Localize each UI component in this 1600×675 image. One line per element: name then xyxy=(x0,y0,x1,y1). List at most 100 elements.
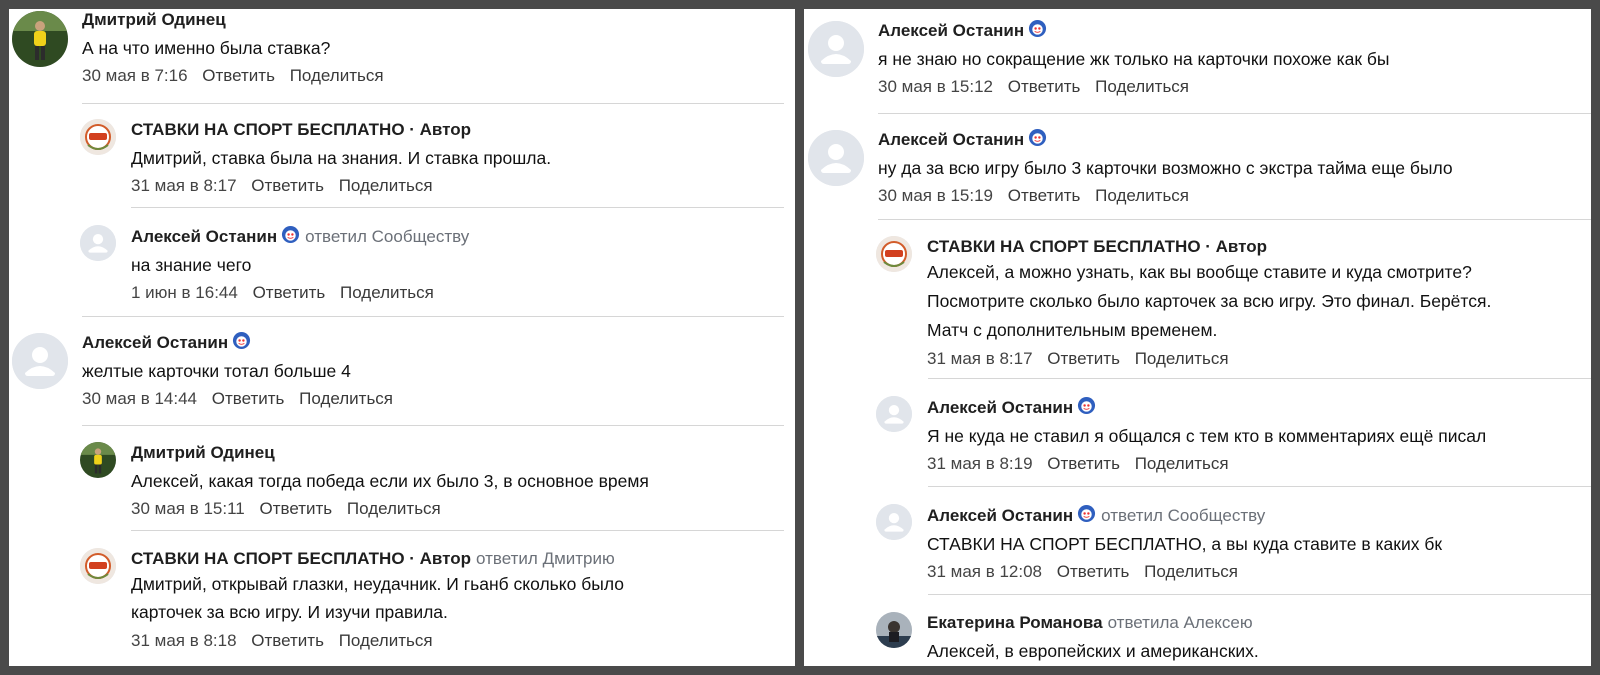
comment-text: Дмитрий, ставка была на знания. И ставка… xyxy=(131,148,552,168)
badge-icon xyxy=(232,331,251,350)
avatar[interactable] xyxy=(80,225,116,261)
divider xyxy=(131,207,784,208)
comment-author[interactable]: Алексей Останин xyxy=(82,333,228,352)
reply-button[interactable]: Ответить xyxy=(1057,562,1130,581)
share-button[interactable]: Поделиться xyxy=(299,389,393,408)
reply-button[interactable]: Ответить xyxy=(259,499,332,518)
badge-icon xyxy=(281,225,300,244)
comment-date[interactable]: 31 мая в 8:17 xyxy=(131,176,237,195)
comment-body: Екатерина Романова ответила Алексею Алекс… xyxy=(927,612,1591,666)
divider xyxy=(82,316,784,317)
comment-text-line-2: Посмотрите сколько было карточек за всю … xyxy=(927,291,1492,311)
share-button[interactable]: Поделиться xyxy=(347,499,441,518)
comment-text: ну да за всю игру было 3 карточки возмож… xyxy=(878,158,1453,178)
comment-body: Алексей Останин я не знаю но сокращение … xyxy=(878,19,1591,98)
community-avatar[interactable] xyxy=(80,548,116,584)
comment-author[interactable]: Алексей Останин xyxy=(131,227,277,246)
comment-author[interactable]: Дмитрий Одинец xyxy=(131,443,275,462)
comment-author[interactable]: Екатерина Романова xyxy=(927,613,1103,632)
divider xyxy=(878,219,1591,220)
avatar[interactable] xyxy=(808,21,864,77)
comment: СТАВКИ НА СПОРТ БЕСПЛАТНО · Автор ответил… xyxy=(80,548,784,666)
comment-author[interactable]: Алексей Останин xyxy=(878,130,1024,149)
comment-author[interactable]: Алексей Останин xyxy=(927,506,1073,525)
reply-button[interactable]: Ответить xyxy=(202,66,275,85)
comment: Алексей Останин Я не куда не ставил я об… xyxy=(876,396,1591,486)
comment: Дмитрий Одинец А на что именно была став… xyxy=(12,9,784,104)
reply-button[interactable]: Ответить xyxy=(1047,349,1120,368)
reply-button[interactable]: Ответить xyxy=(1047,454,1120,473)
avatar[interactable] xyxy=(808,130,864,186)
comment-author[interactable]: СТАВКИ НА СПОРТ БЕСПЛАТНО · Автор xyxy=(927,237,1267,256)
comment: Дмитрий Одинец Алексей, какая тогда побе… xyxy=(80,442,784,532)
comment-text: СТАВКИ НА СПОРТ БЕСПЛАТНО, а вы куда ста… xyxy=(927,534,1443,554)
avatar[interactable] xyxy=(12,11,68,67)
share-button[interactable]: Поделиться xyxy=(290,66,384,85)
comment-body: СТАВКИ НА СПОРТ БЕСПЛАТНО · Автор Алексе… xyxy=(927,236,1591,370)
reply-button[interactable]: Ответить xyxy=(253,283,326,302)
comment-date[interactable]: 31 мая в 8:17 xyxy=(927,349,1033,368)
comment: Алексей Останин ответил Сообществу СТАВКИ… xyxy=(876,504,1591,594)
reply-target[interactable]: ответил Сообществу xyxy=(305,227,469,246)
comment: Алексей Останин желтые карточки тотал бо… xyxy=(12,331,784,427)
avatar[interactable] xyxy=(876,504,912,540)
comment-text: на знание чего xyxy=(131,255,252,275)
comment-text-line-1: Алексей, а можно узнать, как вы вообще с… xyxy=(927,262,1472,282)
comment-date[interactable]: 1 июн в 16:44 xyxy=(131,283,238,302)
comment-author[interactable]: СТАВКИ НА СПОРТ БЕСПЛАТНО · Автор xyxy=(131,549,471,568)
comment-date[interactable]: 30 мая в 15:19 xyxy=(878,186,993,205)
comment-date[interactable]: 30 мая в 15:11 xyxy=(131,499,245,518)
comment-author[interactable]: СТАВКИ НА СПОРТ БЕСПЛАТНО · Автор xyxy=(131,120,471,139)
comment-author[interactable]: Алексей Останин xyxy=(878,21,1024,40)
share-button[interactable]: Поделиться xyxy=(1144,562,1238,581)
avatar[interactable] xyxy=(876,396,912,432)
share-button[interactable]: Поделиться xyxy=(1135,349,1229,368)
share-button[interactable]: Поделиться xyxy=(1095,77,1189,96)
comment-body: Алексей Останин желтые карточки тотал бо… xyxy=(82,331,784,410)
comment-date[interactable]: 31 мая в 12:08 xyxy=(927,562,1042,581)
comment-date[interactable]: 30 мая в 7:16 xyxy=(82,66,188,85)
community-avatar[interactable] xyxy=(876,236,912,272)
comment-body: Алексей Останин ответил Сообществу на зна… xyxy=(131,225,784,304)
comment-date[interactable]: 30 мая в 14:44 xyxy=(82,389,197,408)
divider xyxy=(928,594,1591,595)
share-button[interactable]: Поделиться xyxy=(1135,454,1229,473)
reply-button[interactable]: Ответить xyxy=(1008,77,1081,96)
comment-text-line-2: карточек за всю игру. И изучи правила. xyxy=(131,602,448,622)
comment: Екатерина Романова ответила Алексею Алекс… xyxy=(876,612,1591,666)
comment-date[interactable]: 31 мая в 8:18 xyxy=(131,631,237,650)
reply-button[interactable]: Ответить xyxy=(251,631,324,650)
reply-button[interactable]: Ответить xyxy=(251,176,324,195)
divider xyxy=(82,103,784,104)
comment-text-line-1: Дмитрий, открывай глазки, неудачник. И г… xyxy=(131,574,624,594)
divider xyxy=(928,378,1591,379)
avatar[interactable] xyxy=(80,442,116,478)
reply-target[interactable]: ответил Дмитрию xyxy=(476,549,615,568)
reply-button[interactable]: Ответить xyxy=(1008,186,1081,205)
badge-icon xyxy=(1077,396,1096,415)
badge-icon xyxy=(1028,128,1047,147)
comment-date[interactable]: 30 мая в 15:12 xyxy=(878,77,993,96)
right-comments-panel: Алексей Останин я не знаю но сокращение … xyxy=(804,9,1591,666)
community-avatar[interactable] xyxy=(80,119,116,155)
reply-button[interactable]: Ответить xyxy=(212,389,285,408)
left-comments-panel: Дмитрий Одинец А на что именно была став… xyxy=(9,9,795,666)
divider xyxy=(131,530,784,531)
comment-date[interactable]: 31 мая в 8:19 xyxy=(927,454,1033,473)
share-button[interactable]: Поделиться xyxy=(339,631,433,650)
avatar[interactable] xyxy=(876,612,912,648)
avatar[interactable] xyxy=(12,333,68,389)
reply-target[interactable]: ответила Алексею xyxy=(1108,613,1253,632)
share-button[interactable]: Поделиться xyxy=(340,283,434,302)
comment-author[interactable]: Алексей Останин xyxy=(927,398,1073,417)
share-button[interactable]: Поделиться xyxy=(339,176,433,195)
comment-text: Я не куда не ставил я общался с тем кто … xyxy=(927,426,1487,446)
divider xyxy=(878,113,1591,114)
comment-text: желтые карточки тотал больше 4 xyxy=(82,361,351,381)
comment: СТАВКИ НА СПОРТ БЕСПЛАТНО · Автор Алексе… xyxy=(876,236,1591,381)
reply-target[interactable]: ответил Сообществу xyxy=(1101,506,1265,525)
divider xyxy=(82,425,784,426)
comment-body: Алексей Останин ответил Сообществу СТАВКИ… xyxy=(927,504,1591,583)
share-button[interactable]: Поделиться xyxy=(1095,186,1189,205)
comment-author[interactable]: Дмитрий Одинец xyxy=(82,10,226,29)
